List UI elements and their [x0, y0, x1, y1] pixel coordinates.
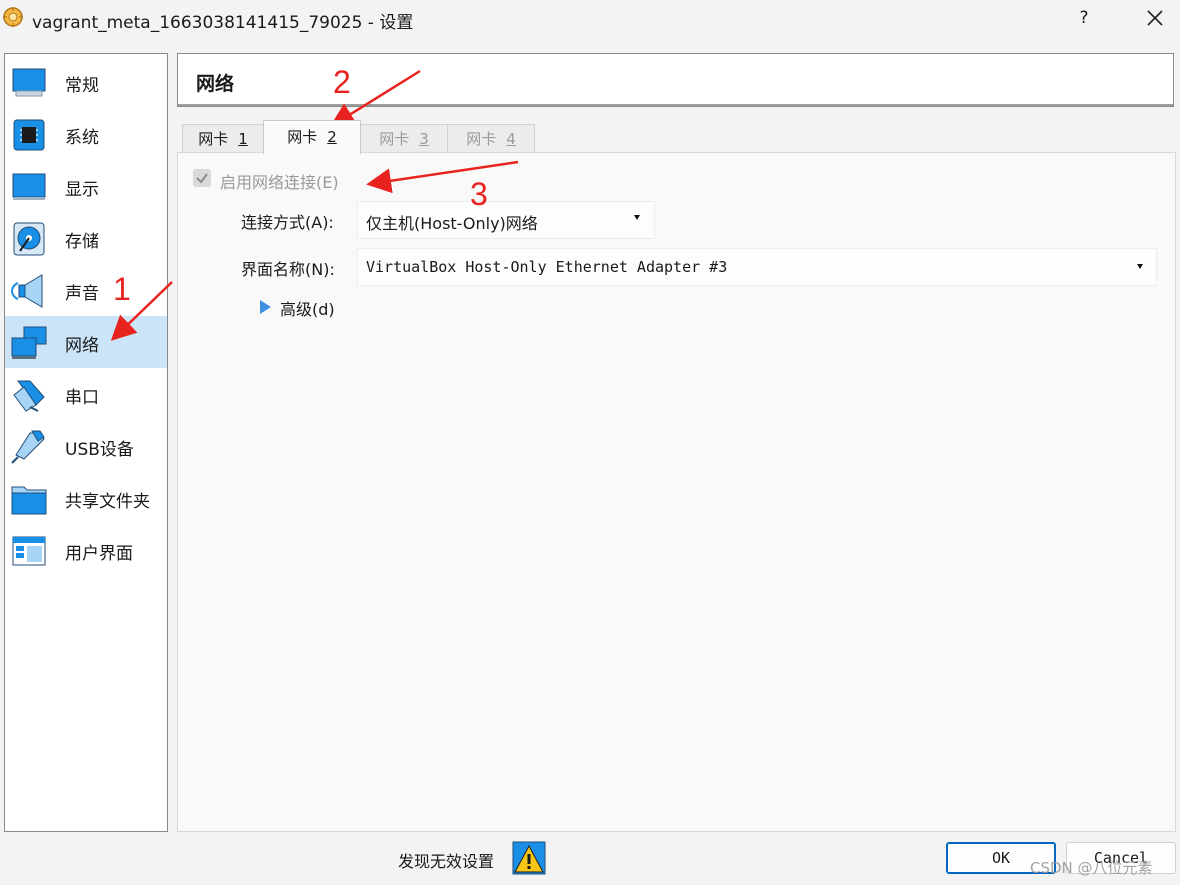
monitor-icon	[12, 68, 46, 97]
enable-adapter-label: 启用网络连接(E)	[220, 173, 339, 192]
sidebar-item-general[interactable]: 常规	[5, 56, 167, 108]
watermark: CSDN @八位元素	[1030, 859, 1153, 877]
sidebar-item-label: 系统	[65, 128, 99, 148]
attached-to-value: 仅主机(Host-Only)网络	[366, 214, 538, 233]
sidebar-item-label: 网络	[65, 336, 99, 356]
chip-icon	[13, 119, 45, 151]
sidebar-item-storage[interactable]: 存储	[5, 212, 167, 264]
disk-icon	[13, 222, 45, 256]
advanced-label: 高级(d)	[280, 300, 335, 319]
speaker-icon	[11, 274, 43, 308]
serial-port-icon	[13, 380, 45, 412]
chevron-down-icon	[634, 215, 640, 220]
attached-to-label: 连接方式(A):	[241, 213, 334, 232]
tab-number: 4	[506, 130, 516, 148]
invalid-settings-label: 发现无效设置	[398, 852, 495, 871]
sidebar-item-audio[interactable]: 声音	[5, 264, 167, 316]
warning-icon[interactable]	[512, 841, 546, 875]
tab-label: 网卡	[466, 130, 497, 148]
annotation-number-3: 3	[470, 176, 488, 212]
tab-number: 2	[327, 128, 337, 146]
sidebar-item-label: 存储	[65, 232, 99, 252]
chevron-down-icon	[1137, 264, 1143, 269]
tab-adapter-3[interactable]: 网卡 3	[360, 124, 448, 153]
settings-sidebar: 常规 系统 显示 存储 声音 网络 串口 USB设备 共享文件夹 用户界面	[4, 53, 168, 832]
annotation-number-2: 2	[333, 64, 351, 100]
checkmark-icon	[196, 173, 208, 184]
sidebar-item-label: 声音	[65, 284, 99, 304]
interface-name-select[interactable]: VirtualBox Host-Only Ethernet Adapter #3	[357, 248, 1157, 286]
sidebar-item-network[interactable]: 网络	[5, 316, 167, 368]
window-ui-icon	[12, 536, 46, 566]
close-icon[interactable]	[1140, 4, 1170, 32]
tab-number: 1	[238, 130, 248, 148]
tab-label: 网卡	[287, 128, 318, 146]
tab-label: 网卡	[198, 130, 229, 148]
sidebar-item-label: 显示	[65, 180, 99, 200]
network-icon	[11, 326, 47, 359]
sidebar-item-display[interactable]: 显示	[5, 160, 167, 212]
page-title: 网络	[196, 73, 235, 95]
sidebar-item-user-interface[interactable]: 用户界面	[5, 524, 167, 576]
sidebar-item-system[interactable]: 系统	[5, 108, 167, 160]
tab-adapter-2[interactable]: 网卡 2	[263, 120, 361, 154]
sidebar-item-label: 用户界面	[65, 544, 133, 564]
tab-label: 网卡	[379, 130, 410, 148]
sidebar-item-usb[interactable]: USB设备	[5, 420, 167, 472]
interface-name-value: VirtualBox Host-Only Ethernet Adapter #3	[366, 258, 728, 276]
sidebar-item-label: 串口	[65, 388, 99, 408]
enable-adapter-checkbox[interactable]	[193, 169, 211, 187]
title-bar: vagrant_meta_1663038141415_79025 - 设置 ?	[0, 0, 1180, 38]
window-title: vagrant_meta_1663038141415_79025 - 设置	[32, 13, 414, 33]
sidebar-item-shared-folders[interactable]: 共享文件夹	[5, 472, 167, 524]
interface-name-label: 界面名称(N):	[241, 260, 335, 279]
sidebar-item-label: 共享文件夹	[65, 492, 150, 512]
help-button[interactable]: ?	[1072, 6, 1096, 30]
tab-adapter-1[interactable]: 网卡 1	[182, 124, 264, 153]
tab-adapter-4[interactable]: 网卡 4	[447, 124, 535, 153]
sidebar-item-serial[interactable]: 串口	[5, 368, 167, 420]
attached-to-select[interactable]: 仅主机(Host-Only)网络	[357, 201, 655, 239]
expand-triangle-icon	[260, 300, 271, 314]
usb-icon	[11, 430, 45, 464]
folder-icon	[11, 486, 47, 515]
tab-number: 3	[419, 130, 429, 148]
page-header: 网络	[177, 53, 1174, 107]
sidebar-item-label: 常规	[65, 76, 99, 96]
display-icon	[12, 173, 46, 200]
sidebar-item-label: USB设备	[65, 440, 134, 460]
virtualbox-app-icon	[3, 7, 23, 27]
annotation-number-1: 1	[113, 271, 131, 307]
